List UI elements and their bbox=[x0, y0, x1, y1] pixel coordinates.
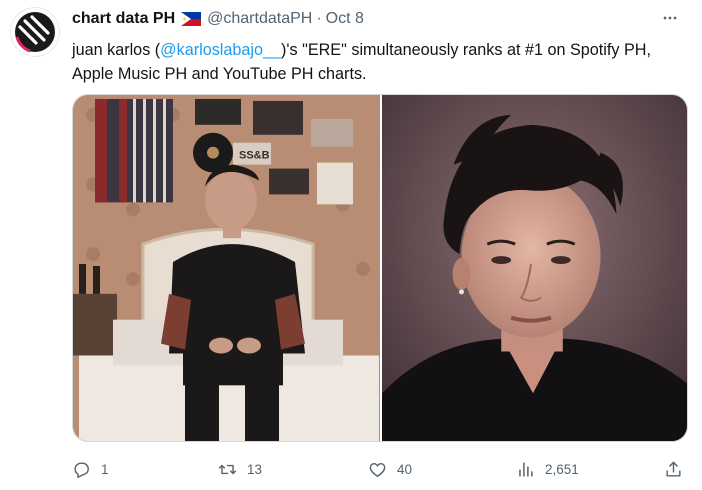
photo-right[interactable] bbox=[382, 95, 687, 441]
author-name[interactable]: chart data PH bbox=[72, 10, 175, 28]
tweet-media: SS&B bbox=[72, 94, 688, 442]
poster-label: SS&B bbox=[239, 150, 270, 162]
separator-dot: · bbox=[316, 10, 322, 27]
tweet-actions: 1 13 40 2,651 bbox=[72, 456, 692, 482]
chart-data-logo-icon bbox=[10, 7, 60, 57]
share-button[interactable] bbox=[664, 456, 683, 482]
reply-button[interactable]: 1 bbox=[72, 456, 109, 482]
heart-icon bbox=[369, 462, 386, 477]
tweet-text-before: juan karlos ( bbox=[72, 41, 161, 59]
repost-count: 13 bbox=[247, 461, 263, 477]
views-chart-icon bbox=[519, 461, 533, 477]
views-count: 2,651 bbox=[545, 461, 579, 477]
tweet-date[interactable]: Oct 8 bbox=[326, 10, 364, 28]
views-button[interactable]: 2,651 bbox=[516, 456, 579, 482]
avatar[interactable] bbox=[10, 7, 60, 57]
author-handle[interactable]: @chartdataPH bbox=[207, 10, 312, 28]
more-dots-icon bbox=[663, 16, 677, 20]
philippines-flag-icon bbox=[181, 12, 202, 26]
repost-button[interactable]: 13 bbox=[218, 456, 262, 482]
reply-icon bbox=[74, 461, 89, 478]
tweet-header: chart data PH @chartdataPH · Oct 8 bbox=[72, 8, 364, 30]
reply-count: 1 bbox=[101, 461, 109, 477]
share-icon bbox=[666, 461, 681, 477]
tweet-text: juan karlos (@karloslabajo__)'s "ERE" si… bbox=[72, 38, 692, 86]
more-options-button[interactable] bbox=[658, 6, 682, 30]
like-button[interactable]: 40 bbox=[368, 456, 412, 482]
like-count: 40 bbox=[397, 461, 413, 477]
mention-link[interactable]: @karloslabajo__ bbox=[160, 41, 281, 59]
photo-left[interactable]: SS&B bbox=[73, 95, 380, 441]
repost-icon bbox=[218, 464, 237, 474]
